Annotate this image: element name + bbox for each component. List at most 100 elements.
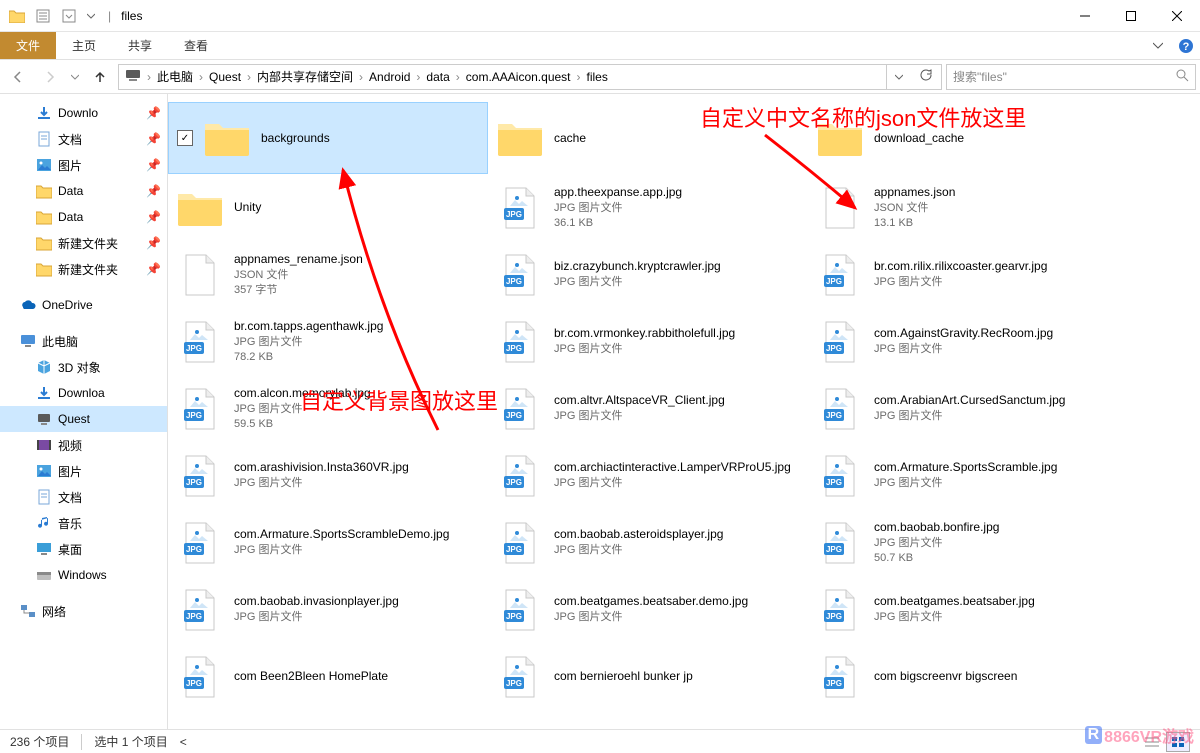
crumb-thispc[interactable]: 此电脑 [153, 68, 197, 85]
file-item[interactable]: JPG com bigscreenvr bigscreen [808, 643, 1128, 710]
status-bar: 236 个项目 选中 1 个项目 < [0, 729, 1200, 753]
crumb-package[interactable]: com.AAAicon.quest [462, 70, 575, 84]
file-item[interactable]: Unity [168, 174, 488, 241]
navigation-tree[interactable]: Downlo📌文档📌图片📌Data📌Data📌新建文件夹📌新建文件夹📌 OneD… [0, 94, 168, 729]
file-name: com.Armature.SportsScramble.jpg [874, 459, 1120, 476]
title-separator: | [104, 9, 115, 23]
tree-network[interactable]: 网络 [0, 598, 167, 624]
file-item[interactable]: JPG biz.crazybunch.kryptcrawler.jpgJPG 图… [488, 241, 808, 308]
tab-home[interactable]: 主页 [56, 32, 112, 59]
file-item[interactable]: JPG com.altvr.AltspaceVR_Client.jpgJPG 图… [488, 375, 808, 442]
help-icon[interactable]: ? [1172, 32, 1200, 60]
svg-text:JPG: JPG [186, 545, 202, 554]
file-item[interactable]: JPG com.baobab.bonfire.jpgJPG 图片文件50.7 K… [808, 509, 1128, 576]
chevron-down-icon[interactable] [84, 5, 98, 27]
file-item[interactable]: JPG com.Armature.SportsScrambleDemo.jpgJ… [168, 509, 488, 576]
file-item[interactable]: JPG com.archiactinteractive.LamperVRProU… [488, 442, 808, 509]
tree-item[interactable]: 文档📌 [0, 126, 167, 152]
tree-item[interactable]: Downlo📌 [0, 100, 167, 126]
svg-text:JPG: JPG [506, 411, 522, 420]
file-item[interactable]: JPG app.theexpanse.app.jpgJPG 图片文件36.1 K… [488, 174, 808, 241]
tree-item[interactable]: 图片 [0, 458, 167, 484]
tree-item[interactable]: 图片📌 [0, 152, 167, 178]
search-input[interactable]: 搜索"files" [946, 64, 1196, 90]
file-item[interactable]: JPG com bernieroehl bunker jp [488, 643, 808, 710]
file-item[interactable]: JPG com Been2Bleen HomePlate [168, 643, 488, 710]
tree-item[interactable]: Quest [0, 406, 167, 432]
chevron-right-icon[interactable]: › [147, 70, 151, 84]
file-item[interactable]: ✓ backgrounds [168, 102, 488, 174]
file-item[interactable]: JPG br.com.vrmonkey.rabbitholefull.jpgJP… [488, 308, 808, 375]
tree-item[interactable]: 音乐 [0, 510, 167, 536]
file-item[interactable]: cache [488, 102, 808, 174]
svg-text:?: ? [1183, 41, 1190, 53]
tree-label: 图片 [58, 463, 82, 480]
tree-thispc[interactable]: 此电脑 [0, 328, 167, 354]
tab-view[interactable]: 查看 [168, 32, 224, 59]
tree-item[interactable]: 3D 对象 [0, 354, 167, 380]
search-placeholder: 搜索"files" [953, 68, 1007, 85]
file-item[interactable]: JPG com.baobab.invasionplayer.jpgJPG 图片文… [168, 576, 488, 643]
tree-label: 网络 [42, 603, 66, 620]
checkbox-icon[interactable]: ✓ [177, 130, 193, 146]
nav-back-button[interactable] [4, 63, 32, 91]
svg-text:JPG: JPG [506, 679, 522, 688]
close-button[interactable] [1154, 0, 1200, 32]
pin-icon: 📌 [146, 184, 167, 198]
tree-label: Data [58, 210, 83, 224]
tree-item[interactable]: 视频 [0, 432, 167, 458]
file-item[interactable]: JPG com.AgainstGravity.RecRoom.jpgJPG 图片… [808, 308, 1128, 375]
tree-item[interactable]: Windows [0, 562, 167, 588]
tab-file[interactable]: 文件 [0, 32, 56, 59]
file-name: com.archiactinteractive.LamperVRProU5.jp… [554, 459, 800, 476]
properties-icon[interactable] [32, 5, 54, 27]
file-list[interactable]: ✓ backgrounds Unity appnames_rename.json… [168, 94, 1200, 729]
minimize-button[interactable] [1062, 0, 1108, 32]
crumb-storage[interactable]: 内部共享存储空间 [253, 68, 357, 85]
file-item[interactable]: JPG com.Armature.SportsScramble.jpgJPG 图… [808, 442, 1128, 509]
tree-item[interactable]: 桌面 [0, 536, 167, 562]
jpg-icon: JPG [496, 452, 544, 500]
file-item[interactable]: appnames_rename.jsonJSON 文件357 字节 [168, 241, 488, 308]
file-item[interactable]: JPG br.com.tapps.agenthawk.jpgJPG 图片文件78… [168, 308, 488, 375]
maximize-button[interactable] [1108, 0, 1154, 32]
tree-item[interactable]: 文档 [0, 484, 167, 510]
breadcrumb[interactable]: › 此电脑› Quest› 内部共享存储空间› Android› data› c… [118, 64, 942, 90]
file-item[interactable]: appnames.jsonJSON 文件13.1 KB [808, 174, 1128, 241]
file-item[interactable]: JPG com.beatgames.beatsaber.jpgJPG 图片文件 [808, 576, 1128, 643]
tree-label: 文档 [58, 489, 82, 506]
tab-share[interactable]: 共享 [112, 32, 168, 59]
tree-item[interactable]: 新建文件夹📌 [0, 230, 167, 256]
tree-item[interactable]: Data📌 [0, 204, 167, 230]
history-dropdown-icon[interactable] [886, 65, 911, 89]
qat-dropdown-icon[interactable] [58, 5, 80, 27]
file-item[interactable]: JPG com.alcon.memorylab.jpgJPG 图片文件59.5 … [168, 375, 488, 442]
refresh-button[interactable] [913, 68, 939, 85]
svg-text:JPG: JPG [826, 344, 842, 353]
folder-icon [203, 114, 251, 162]
jpg-icon: JPG [496, 653, 544, 701]
ribbon-expand-icon[interactable] [1144, 39, 1172, 53]
tree-item[interactable]: Downloa [0, 380, 167, 406]
tree-item[interactable]: 新建文件夹📌 [0, 256, 167, 282]
tree-label: Quest [58, 412, 90, 426]
tree-item[interactable]: Data📌 [0, 178, 167, 204]
file-item[interactable]: JPG com.baobab.asteroidsplayer.jpgJPG 图片… [488, 509, 808, 576]
device-icon [121, 69, 145, 84]
file-item[interactable]: download_cache [808, 102, 1128, 174]
crumb-android[interactable]: Android [365, 70, 414, 84]
file-item[interactable]: JPG com.arashivision.Insta360VR.jpgJPG 图… [168, 442, 488, 509]
crumb-quest[interactable]: Quest [205, 70, 245, 84]
crumb-files[interactable]: files [583, 70, 612, 84]
tree-label: 音乐 [58, 515, 82, 532]
nav-recent-button[interactable] [68, 63, 82, 91]
tree-onedrive[interactable]: OneDrive [0, 292, 167, 318]
file-item[interactable]: JPG com.ArabianArt.CursedSanctum.jpgJPG … [808, 375, 1128, 442]
nav-forward-button[interactable] [36, 63, 64, 91]
file-item[interactable]: JPG com.beatgames.beatsaber.demo.jpgJPG … [488, 576, 808, 643]
crumb-data[interactable]: data [422, 70, 453, 84]
search-icon[interactable] [1175, 68, 1189, 85]
file-item[interactable]: JPG br.com.rilix.rilixcoaster.gearvr.jpg… [808, 241, 1128, 308]
pin-icon: 📌 [146, 262, 167, 276]
nav-up-button[interactable] [86, 63, 114, 91]
